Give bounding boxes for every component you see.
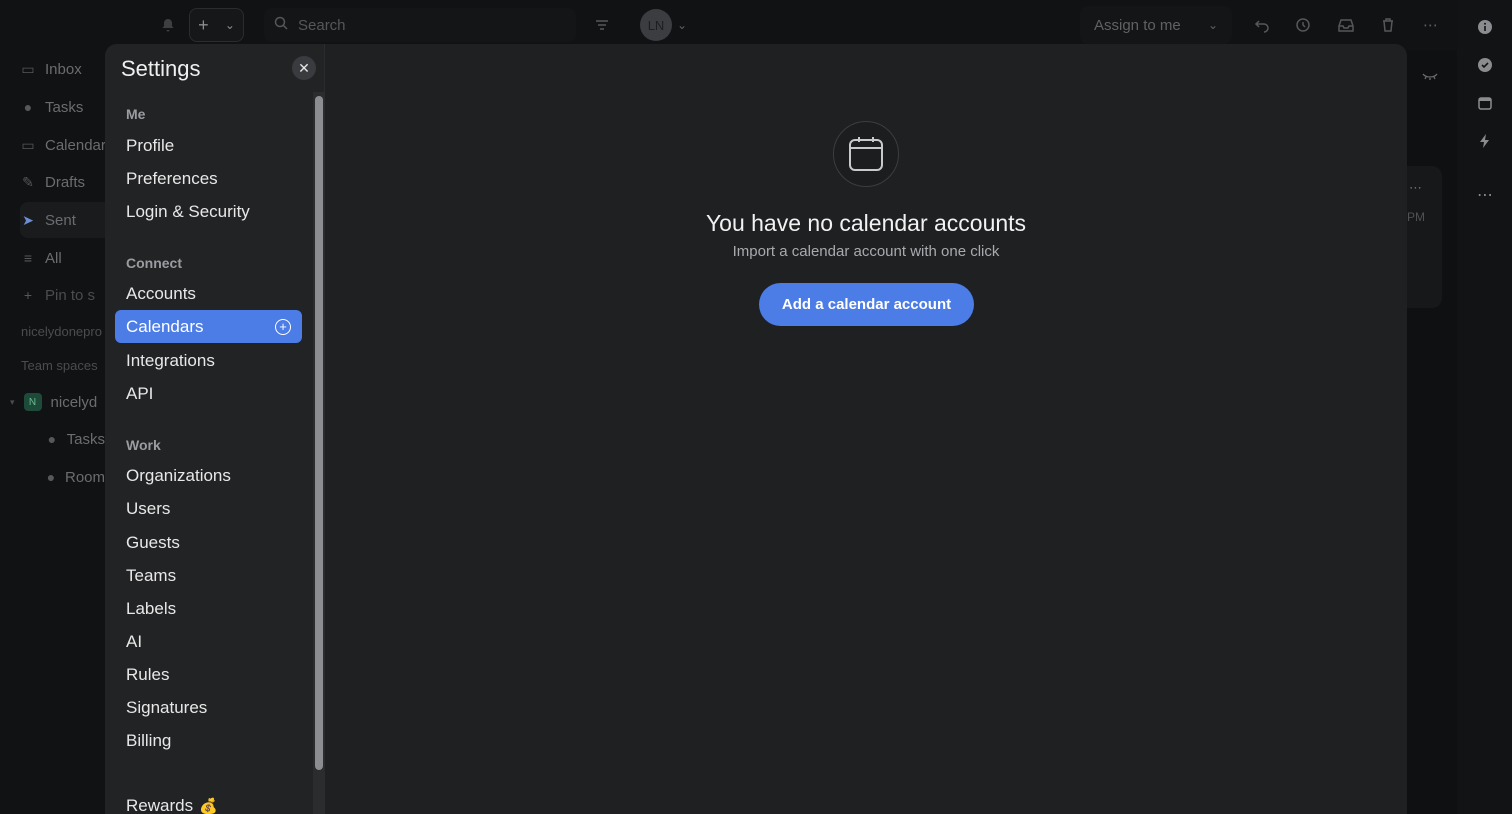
inbox-tray-icon[interactable] <box>1337 0 1355 50</box>
info-icon[interactable] <box>1476 18 1494 36</box>
time-fragment: PM <box>1407 210 1425 224</box>
nav-item-preferences[interactable]: Preferences <box>115 162 302 195</box>
nav-item-guests[interactable]: Guests <box>115 526 302 559</box>
trash-icon[interactable] <box>1380 0 1396 50</box>
check-circle-icon[interactable] <box>1476 56 1494 74</box>
filter-icon[interactable] <box>594 0 610 50</box>
search-placeholder: Search <box>298 16 346 34</box>
nav-item-organizations[interactable]: Organizations <box>115 459 302 492</box>
workspace-email: nicelydonepro <box>21 324 102 339</box>
nav-item-api[interactable]: API <box>115 377 302 410</box>
sidebar-item-team[interactable]: ▾ N nicelyd <box>10 384 105 420</box>
nav-item-signatures[interactable]: Signatures <box>115 691 302 724</box>
eye-closed-icon[interactable] <box>1421 68 1439 86</box>
team-badge: N <box>23 393 42 411</box>
chevron-down-icon: ⌄ <box>1207 18 1218 32</box>
sidebar-item-label: Tasks <box>66 430 105 448</box>
check-circle-icon: ● <box>23 99 33 115</box>
nav-item-label: Calendars <box>126 316 204 336</box>
sidebar-item-sent[interactable]: ➤ Sent <box>20 202 110 238</box>
add-calendar-account-button[interactable]: Add a calendar account <box>759 283 974 326</box>
sidebar-item-label: Pin to s <box>45 286 96 304</box>
section-heading-work: Work <box>126 437 161 453</box>
chevron-down-icon[interactable]: ⌄ <box>225 18 235 32</box>
sidebar-item-room[interactable]: ● Room <box>46 459 105 495</box>
money-bag-icon: 💰 <box>199 797 218 814</box>
nav-item-label: Rewards <box>126 795 194 814</box>
check-circle-icon: ● <box>47 431 57 447</box>
nav-item-calendars[interactable]: Calendars + <box>115 310 302 343</box>
nav-item-labels[interactable]: Labels <box>115 592 302 625</box>
nav-item-ai[interactable]: AI <box>115 625 302 658</box>
sidebar-item-inbox[interactable]: ▭ Inbox <box>20 51 110 87</box>
chat-bubble-icon: ● <box>46 469 56 485</box>
search-icon <box>274 16 288 34</box>
calendar-icon: ▭ <box>21 136 35 153</box>
sidebar-item-label: Inbox <box>45 60 82 78</box>
assign-button[interactable]: Assign to me ⌄ <box>1080 6 1232 44</box>
top-toolbar: + ⌄ Search LN ⌄ Assign to me ⌄ ⋯ <box>0 0 1512 50</box>
sidebar-item-label: Drafts <box>45 173 86 191</box>
scrollbar-thumb[interactable] <box>315 96 323 770</box>
empty-state-title: You have no calendar accounts <box>705 210 1027 236</box>
pencil-icon: ✎ <box>22 173 34 190</box>
settings-modal: Settings ✕ Me Profile Preferences Login … <box>105 44 1407 814</box>
team-name: nicelyd <box>50 393 98 411</box>
right-rail <box>1457 0 1512 814</box>
sidebar-item-all[interactable]: ≡ All <box>20 240 110 276</box>
nav-item-users[interactable]: Users <box>115 492 302 525</box>
calendar-icon[interactable] <box>1476 94 1494 112</box>
sidebar-item-label: Room <box>64 468 105 486</box>
sidebar-item-drafts[interactable]: ✎ Drafts <box>20 164 110 200</box>
sidebar-item-label: Sent <box>45 211 76 229</box>
settings-content: You have no calendar accounts Import a c… <box>325 44 1407 814</box>
sidebar-item-team-tasks[interactable]: ● Tasks <box>46 421 105 457</box>
clock-icon[interactable] <box>1295 0 1311 50</box>
sidebar-item-pin[interactable]: + Pin to s <box>20 277 110 313</box>
more-horizontal-icon: ⋯ <box>1409 180 1422 195</box>
inbox-icon: ▭ <box>21 60 35 77</box>
section-heading-connect: Connect <box>126 255 182 271</box>
close-icon: ✕ <box>298 59 310 76</box>
team-spaces-heading: Team spaces <box>21 358 98 373</box>
sidebar-item-tasks[interactable]: ● Tasks <box>20 89 110 125</box>
settings-sidebar: Settings ✕ Me Profile Preferences Login … <box>105 44 325 814</box>
empty-state-icon-wrapper <box>833 121 899 187</box>
nav-item-profile[interactable]: Profile <box>115 129 302 162</box>
empty-state-subtitle: Import a calendar account with one click <box>732 243 1000 260</box>
sidebar-item-label: Calendar <box>45 136 106 154</box>
search-input[interactable]: Search <box>264 8 576 42</box>
add-circle-icon[interactable]: + <box>275 318 291 335</box>
calendar-icon <box>849 137 883 171</box>
compose-button-group[interactable]: + ⌄ <box>189 8 244 42</box>
caret-down-icon: ▾ <box>10 396 15 407</box>
more-horizontal-icon[interactable]: ⋯ <box>1476 186 1494 204</box>
send-icon: ➤ <box>22 211 34 228</box>
plus-icon[interactable]: + <box>198 15 209 36</box>
nav-item-integrations[interactable]: Integrations <box>115 344 302 377</box>
undo-icon[interactable] <box>1254 0 1270 50</box>
nav-item-rules[interactable]: Rules <box>115 658 302 691</box>
plus-icon: + <box>23 287 33 303</box>
nav-item-teams[interactable]: Teams <box>115 559 302 592</box>
nav-item-accounts[interactable]: Accounts <box>115 277 302 310</box>
more-horizontal-icon[interactable]: ⋯ <box>1423 0 1438 50</box>
avatar[interactable]: LN <box>640 9 672 41</box>
nav-item-billing[interactable]: Billing <box>115 724 302 757</box>
close-button[interactable]: ✕ <box>292 56 316 80</box>
sidebar-item-label: Tasks <box>45 98 84 116</box>
lightning-icon[interactable] <box>1476 132 1494 150</box>
background-card: ⋯ PM <box>1407 166 1442 308</box>
settings-title: Settings <box>121 56 201 81</box>
stack-icon: ≡ <box>23 250 33 266</box>
section-heading-me: Me <box>126 106 146 122</box>
left-sidebar: ▭ Inbox ● Tasks ▭ Calendar ✎ Drafts ➤ Se… <box>0 50 110 814</box>
sidebar-item-calendar[interactable]: ▭ Calendar <box>20 127 110 163</box>
nav-item-rewards[interactable]: Rewards 💰 <box>115 789 302 814</box>
sidebar-item-label: All <box>45 249 62 267</box>
bell-icon[interactable] <box>160 0 176 50</box>
nav-item-login-security[interactable]: Login & Security <box>115 195 302 228</box>
assign-label: Assign to me <box>1094 16 1181 34</box>
chevron-down-icon[interactable]: ⌄ <box>677 0 687 50</box>
